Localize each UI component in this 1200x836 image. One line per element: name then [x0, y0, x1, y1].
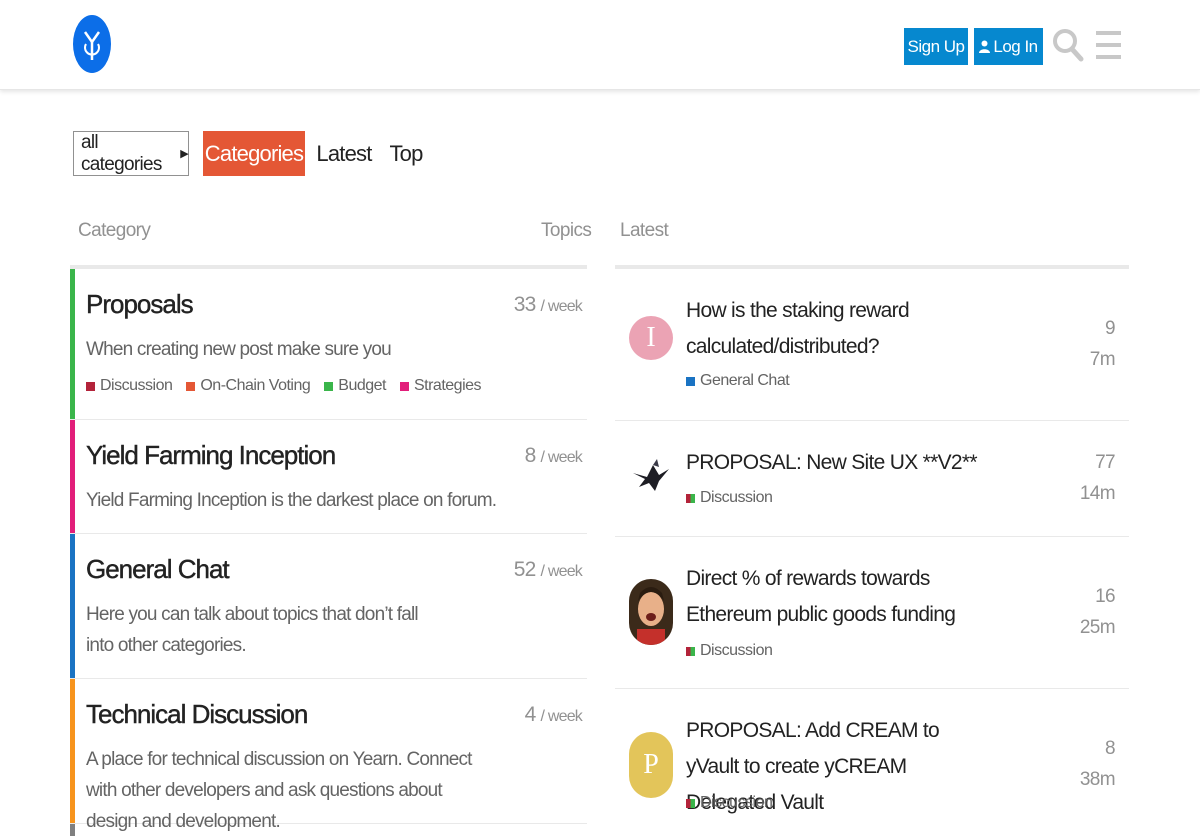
subcategory-discussion[interactable]: Discussion: [86, 377, 173, 395]
subcategory-list: Discussion On-Chain Voting Budget Strate…: [86, 377, 482, 395]
subcategory-color-square: [399, 381, 409, 391]
category-description: Here you can talk about topics that don’…: [86, 604, 419, 656]
category-name[interactable]: Technical Discussion: [86, 699, 309, 730]
avatar-letter: P: [643, 749, 659, 780]
category-description: A place for technical discussion on Year…: [86, 749, 472, 832]
subcategory-label: Strategies: [413, 377, 482, 394]
user-avatar[interactable]: P: [629, 732, 673, 798]
topic-title-link[interactable]: Direct % of rewards towards Ethereum pub…: [686, 561, 996, 633]
latest-topic-item[interactable]: PROPOSAL: New Site UX **V2** Discussion …: [615, 421, 1129, 537]
topic-post-count: 16: [1095, 586, 1116, 607]
category-color-square: [686, 798, 695, 808]
category-topic-count: 8 / week: [524, 444, 583, 468]
tab-top[interactable]: Top: [384, 131, 428, 176]
topic-stats: 16 25m: [1080, 581, 1116, 643]
count-value: 8: [524, 444, 537, 467]
topic-post-count: 8: [1105, 738, 1116, 759]
category-color-square: [686, 376, 695, 386]
topic-age[interactable]: 25m: [1080, 612, 1116, 643]
subcategory-color-square: [324, 381, 334, 391]
topic-post-count: 9: [1105, 318, 1116, 339]
subcategory-label: Discussion: [100, 377, 173, 394]
count-value: 4: [524, 703, 537, 726]
subcategory-on-chain-voting[interactable]: On-Chain Voting: [186, 377, 311, 395]
subcategory-budget[interactable]: Budget: [324, 377, 386, 395]
avatar-letter: I: [646, 322, 656, 353]
category-dropdown-label: all categories: [81, 131, 162, 175]
count-value: 33: [513, 293, 537, 316]
category-color-square: [686, 493, 695, 503]
login-button[interactable]: Log In: [974, 28, 1043, 65]
tab-latest[interactable]: Latest: [312, 131, 376, 176]
topic-title-link[interactable]: How is the staking reward calculated/dis…: [686, 293, 996, 365]
count-unit: / week: [540, 449, 583, 466]
topic-category-badge[interactable]: Discussion: [686, 489, 773, 507]
category-dropdown[interactable]: all categories ▶: [73, 131, 189, 176]
category-topic-count: 4 / week: [524, 703, 583, 727]
yearn-logo-icon[interactable]: [72, 14, 112, 74]
count-unit: / week: [540, 708, 583, 725]
topic-age[interactable]: 7m: [1090, 344, 1116, 375]
topic-post-count: 77: [1095, 452, 1116, 473]
subcategory-strategies[interactable]: Strategies: [399, 377, 482, 395]
latest-topic-item[interactable]: Direct % of rewards towards Ethereum pub…: [615, 537, 1129, 689]
latest-topic-item[interactable]: I How is the staking reward calculated/d…: [615, 269, 1129, 421]
user-avatar[interactable]: I: [629, 316, 673, 360]
category-row-technical-discussion[interactable]: Technical Discussion 4 / week A place fo…: [70, 679, 587, 832]
count-unit: / week: [540, 298, 583, 315]
latest-column-header: Latest: [620, 220, 669, 241]
topic-category-label: Discussion: [700, 489, 773, 506]
category-name[interactable]: Proposals: [86, 289, 194, 320]
topic-category-badge[interactable]: Discussion: [686, 794, 773, 812]
topic-category-badge[interactable]: Discussion: [686, 642, 773, 660]
category-row-proposals[interactable]: Proposals 33 / week When creating new po…: [70, 269, 587, 420]
count-value: 52: [513, 558, 537, 581]
category-column-header: Category: [78, 220, 151, 241]
topics-column-header: Topics: [541, 220, 592, 241]
category-color-bar: [70, 679, 75, 823]
category-color-bar: [70, 420, 75, 533]
tab-categories[interactable]: Categories: [203, 131, 305, 176]
site-header: Sign Up Log In: [0, 0, 1200, 90]
category-color-bar: [70, 534, 75, 678]
signup-button[interactable]: Sign Up: [904, 28, 968, 65]
category-name[interactable]: Yield Farming Inception: [86, 440, 337, 471]
category-topic-count: 52 / week: [513, 558, 583, 582]
category-name[interactable]: General Chat: [86, 554, 230, 585]
user-photo-avatar-icon[interactable]: [629, 579, 673, 645]
bird-avatar-icon[interactable]: [629, 455, 673, 499]
category-color-bar: [70, 269, 75, 419]
category-description: When creating new post make sure you: [86, 339, 392, 360]
topic-stats: 8 38m: [1080, 733, 1116, 795]
category-row-yield-farming-inception[interactable]: Yield Farming Inception 8 / week Yield F…: [70, 420, 587, 534]
topic-stats: 9 7m: [1090, 313, 1116, 375]
subcategory-color-square: [86, 381, 95, 391]
category-description: Yield Farming Inception is the darkest p…: [86, 490, 497, 511]
topic-title-link[interactable]: PROPOSAL: New Site UX **V2**: [686, 445, 996, 481]
latest-topic-item[interactable]: P PROPOSAL: Add CREAM to yVault to creat…: [615, 689, 1129, 836]
subcategory-label: Budget: [338, 377, 386, 394]
topic-category-label: Discussion: [700, 642, 773, 659]
category-color-square: [686, 646, 695, 656]
user-icon: [979, 40, 991, 53]
subcategory-color-square: [186, 381, 196, 391]
topic-stats: 77 14m: [1080, 447, 1116, 509]
subcategory-label: On-Chain Voting: [200, 377, 311, 394]
hamburger-menu-icon[interactable]: [1096, 29, 1121, 61]
category-topic-count: 33 / week: [513, 293, 583, 317]
login-label: Log In: [993, 36, 1038, 56]
next-category-color-bar: [70, 824, 75, 836]
search-icon[interactable]: [1052, 26, 1084, 66]
count-unit: / week: [540, 563, 583, 580]
topic-age[interactable]: 38m: [1080, 764, 1116, 795]
category-row-general-chat[interactable]: General Chat 52 / week Here you can talk…: [70, 534, 587, 679]
caret-right-icon: ▶: [180, 148, 188, 160]
topic-age[interactable]: 14m: [1080, 478, 1116, 509]
topic-category-label: General Chat: [700, 372, 790, 389]
topic-category-label: Discussion: [700, 794, 773, 811]
topic-category-badge[interactable]: General Chat: [686, 372, 790, 390]
